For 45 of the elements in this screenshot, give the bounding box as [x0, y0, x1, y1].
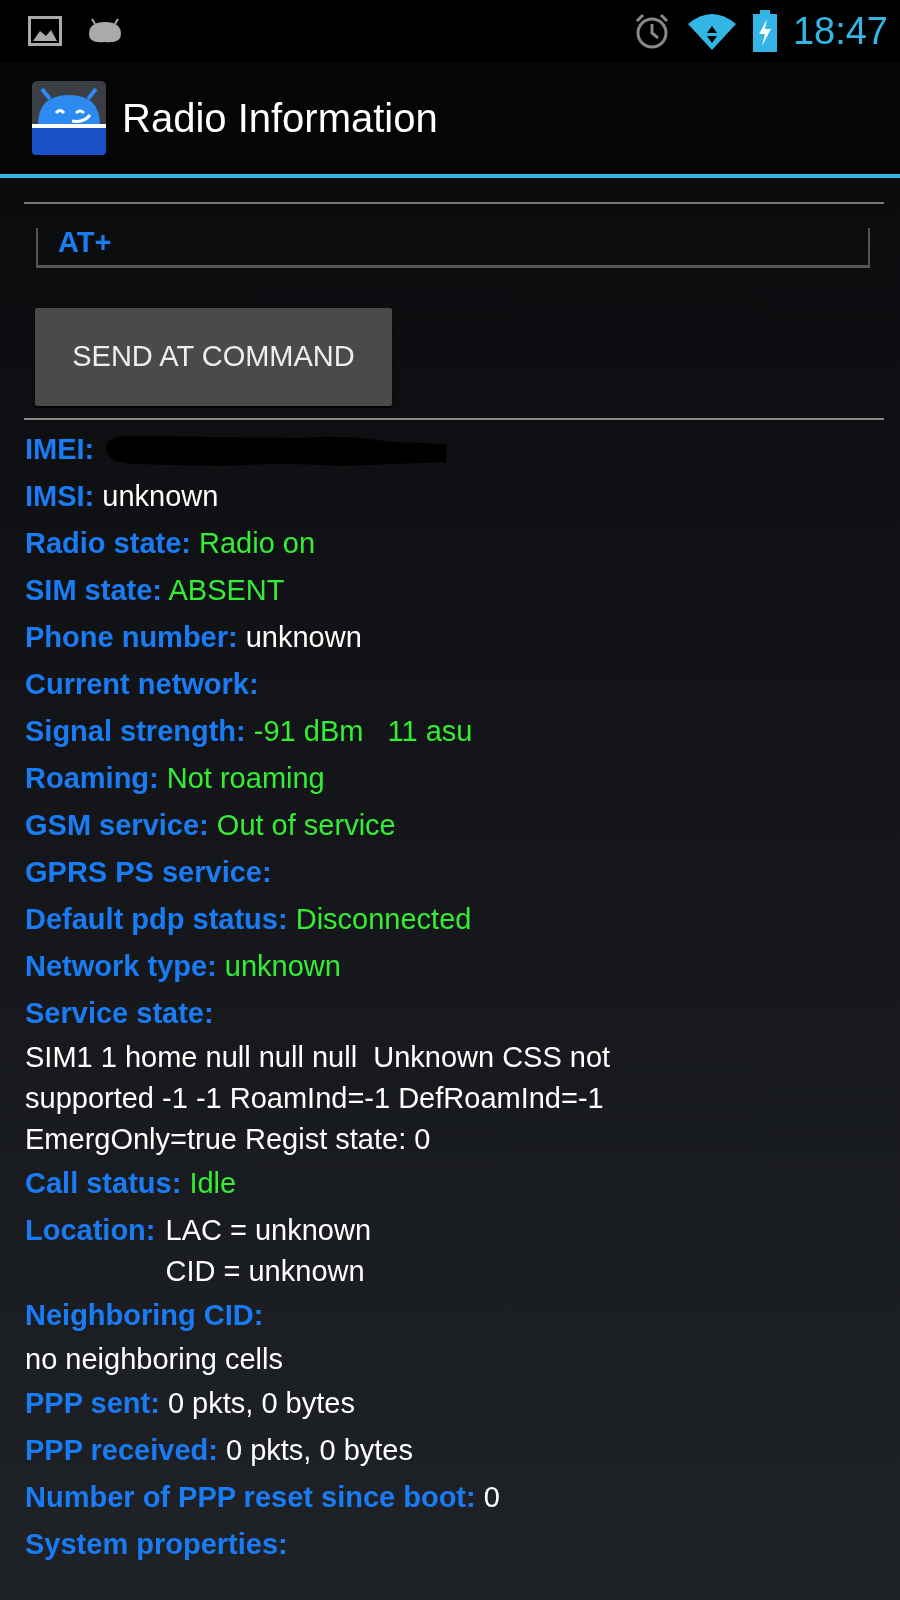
- battery-icon: [752, 10, 777, 52]
- info-label: IMEI:: [25, 432, 95, 467]
- info-value: Out of service: [215, 808, 396, 843]
- info-label: Call status:: [25, 1166, 182, 1201]
- info-value: Idle: [188, 1166, 237, 1201]
- info-value: 0: [482, 1480, 500, 1515]
- info-label: Signal strength:: [25, 714, 246, 749]
- clock-time: 18:47: [792, 8, 888, 54]
- send-command-button[interactable]: SEND AT COMMAND: [35, 308, 392, 406]
- picture-icon: [28, 16, 62, 46]
- window-title: Radio Information: [122, 95, 438, 142]
- info-label: Network type:: [25, 949, 217, 984]
- info-value: ABSENT: [167, 573, 285, 608]
- info-label: SIM state:: [25, 573, 162, 608]
- info-label: Current network:: [25, 667, 259, 702]
- info-value: Radio on: [198, 526, 316, 561]
- info-label: Neighboring CID:: [25, 1298, 264, 1333]
- info-label: Location:: [25, 1213, 156, 1248]
- info-value: LAC = unknown CID = unknown: [165, 1213, 372, 1289]
- info-label: Service state:: [25, 996, 214, 1031]
- info-value: SIM1 1 home null null null Unknown CSS not supported -1 -1 RoamInd=-1 DefRoamInd=-1 EmergOnly=true Regist state: 0: [25, 1040, 612, 1157]
- wifi-icon: [686, 12, 737, 50]
- info-label: Default pdp status:: [25, 902, 288, 937]
- app-icon: [32, 81, 106, 155]
- info-value: 0 pkts, 0 bytes: [224, 1433, 413, 1468]
- info-label: PPP sent:: [25, 1386, 160, 1421]
- info-value: Disconnected: [294, 902, 472, 937]
- android-icon: [86, 18, 124, 44]
- info-value: -91 dBm 11 asu: [252, 714, 473, 749]
- info-value: 0 pkts, 0 bytes: [166, 1386, 355, 1421]
- info-value: Not roaming: [165, 761, 325, 796]
- info-label: Phone number:: [25, 620, 238, 655]
- info-value: unknown: [223, 949, 341, 984]
- info-label: GSM service:: [25, 808, 209, 843]
- info-label: PPP received:: [25, 1433, 218, 1468]
- info-label: Number of PPP reset since boot:: [25, 1480, 476, 1515]
- info-label: Radio state:: [25, 526, 191, 561]
- info-label: IMSI:: [25, 479, 95, 514]
- info-label: Roaming:: [25, 761, 159, 796]
- info-label: System properties:: [25, 1527, 288, 1562]
- info-value: unknown: [101, 479, 219, 514]
- command-input-field[interactable]: AT+: [36, 228, 870, 268]
- info-value: no neighboring cells: [25, 1342, 284, 1377]
- info-label: GPRS PS service:: [25, 855, 272, 890]
- info-value: unknown: [244, 620, 362, 655]
